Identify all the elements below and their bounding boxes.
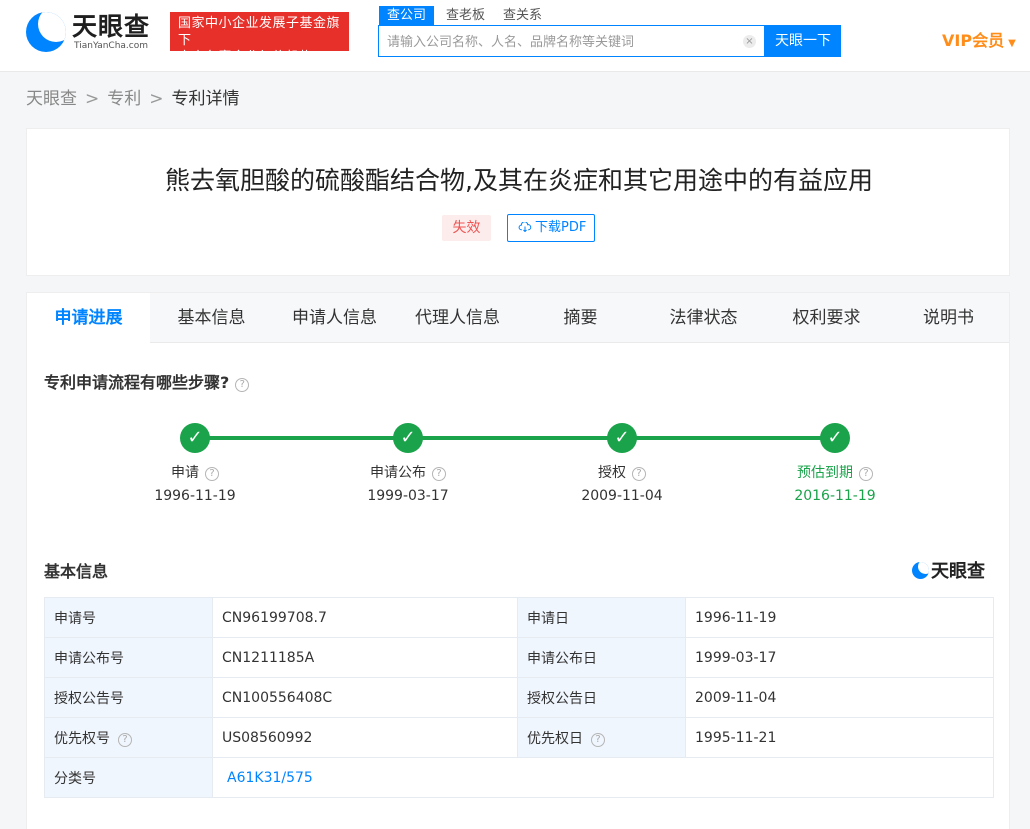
site-logo[interactable]: 天眼查 TianYanCha.com bbox=[26, 12, 162, 52]
step-date: 1999-03-17 bbox=[367, 488, 449, 504]
top-header: 天眼查 TianYanCha.com 国家中小企业发展子基金旗下 官方备案企业征… bbox=[0, 0, 1030, 72]
caret-down-icon: ▼ bbox=[1008, 38, 1016, 49]
help-icon[interactable]: ? bbox=[632, 467, 646, 481]
search-button[interactable]: 天眼一下 bbox=[765, 25, 841, 57]
process-question: 专利申请流程有哪些步骤?? bbox=[44, 372, 250, 394]
process-question-text: 专利申请流程有哪些步骤? bbox=[44, 373, 230, 392]
step-date: 2009-11-04 bbox=[581, 488, 663, 504]
field-key: 优先权号 bbox=[54, 730, 110, 747]
breadcrumb-home[interactable]: 天眼查 bbox=[26, 89, 77, 109]
patent-detail-card: 申请进展 基本信息 申请人信息 代理人信息 摘要 法律状态 权利要求 说明书 专… bbox=[26, 292, 1010, 829]
search-input[interactable] bbox=[387, 32, 733, 52]
cloud-download-icon bbox=[518, 222, 532, 232]
help-icon[interactable]: ? bbox=[118, 732, 132, 747]
vip-label: VIP会员 bbox=[942, 31, 1005, 50]
table-row: 授权公告号 CN100556408C 授权公告日 2009-11-04 bbox=[44, 677, 994, 718]
table-row: 申请号 CN96199708.7 申请日 1996-11-19 bbox=[44, 597, 994, 638]
breadcrumb-patent[interactable]: 专利 bbox=[107, 89, 141, 109]
breadcrumb-separator: > bbox=[85, 89, 100, 109]
table-row: 申请公布号 CN1211185A 申请公布日 1999-03-17 bbox=[44, 637, 994, 678]
step-publication: ✓ 申请公布? 1999-03-17 bbox=[323, 423, 493, 506]
help-icon[interactable]: ? bbox=[859, 467, 873, 481]
step-label: 申请公布 bbox=[370, 465, 426, 481]
classification-link[interactable]: A61K31/575 bbox=[212, 757, 994, 798]
search-box: × bbox=[378, 25, 765, 57]
help-icon[interactable]: ? bbox=[432, 467, 446, 481]
field-key-cell: 优先权号? bbox=[44, 717, 213, 758]
field-value: CN1211185A bbox=[212, 637, 518, 678]
step-estimated-expiry: ✓ 预估到期? 2016-11-19 bbox=[750, 423, 920, 506]
field-key: 申请号 bbox=[44, 597, 213, 638]
breadcrumb-current: 专利详情 bbox=[171, 89, 240, 109]
help-icon[interactable]: ? bbox=[591, 732, 605, 747]
field-value: CN100556408C bbox=[212, 677, 518, 718]
field-key: 申请公布号 bbox=[44, 637, 213, 678]
clear-icon[interactable]: × bbox=[743, 35, 756, 48]
field-value: 1999-03-17 bbox=[685, 637, 994, 678]
tab-abstract[interactable]: 摘要 bbox=[519, 293, 642, 343]
check-icon: ✓ bbox=[607, 423, 637, 453]
search-tab-relation[interactable]: 查关系 bbox=[503, 6, 542, 25]
patent-title-card: 熊去氧胆酸的硫酸酯结合物,及其在炎症和其它用途中的有益应用 失效 下载PDF bbox=[26, 128, 1010, 276]
field-key-cell: 优先权日? bbox=[517, 717, 686, 758]
step-grant: ✓ 授权? 2009-11-04 bbox=[537, 423, 707, 506]
field-key: 申请公布日 bbox=[517, 637, 686, 678]
logo-icon bbox=[26, 12, 66, 52]
table-row: 分类号 A61K31/575 bbox=[44, 757, 994, 798]
step-application: ✓ 申请? 1996-11-19 bbox=[110, 423, 280, 506]
field-key: 授权公告日 bbox=[517, 677, 686, 718]
slogan-banner: 国家中小企业发展子基金旗下 官方备案企业征信机构 bbox=[170, 12, 349, 65]
step-label: 授权 bbox=[598, 465, 626, 481]
tab-progress[interactable]: 申请进展 bbox=[27, 293, 150, 344]
basic-info-title: 基本信息 bbox=[44, 562, 109, 581]
tab-claims[interactable]: 权利要求 bbox=[765, 293, 888, 343]
slogan-line-2: 官方备案企业征信机构 bbox=[178, 50, 314, 65]
slogan-line-1: 国家中小企业发展子基金旗下 bbox=[178, 16, 341, 48]
help-icon[interactable]: ? bbox=[235, 378, 250, 392]
logo-domain: TianYanCha.com bbox=[74, 41, 149, 51]
field-key: 分类号 bbox=[44, 757, 213, 798]
search-tab-boss[interactable]: 查老板 bbox=[446, 6, 485, 25]
detail-tabs: 申请进展 基本信息 申请人信息 代理人信息 摘要 法律状态 权利要求 说明书 bbox=[27, 293, 1009, 344]
download-pdf-label: 下载PDF bbox=[535, 220, 587, 235]
search-tab-company[interactable]: 查公司 bbox=[379, 6, 435, 25]
tab-basic-info[interactable]: 基本信息 bbox=[150, 293, 273, 343]
field-key: 授权公告号 bbox=[44, 677, 213, 718]
tab-agent[interactable]: 代理人信息 bbox=[396, 293, 519, 343]
breadcrumb-separator: > bbox=[149, 89, 164, 109]
brand-text: 天眼查 bbox=[931, 561, 985, 582]
patent-title: 熊去氧胆酸的硫酸酯结合物,及其在炎症和其它用途中的有益应用 bbox=[165, 166, 873, 195]
logo-icon bbox=[912, 562, 929, 579]
status-badge: 失效 bbox=[442, 215, 491, 241]
field-key: 申请日 bbox=[517, 597, 686, 638]
breadcrumb: 天眼查 > 专利 > 专利详情 bbox=[26, 88, 240, 110]
step-date: 1996-11-19 bbox=[154, 488, 236, 504]
field-value: CN96199708.7 bbox=[212, 597, 518, 638]
check-icon: ✓ bbox=[393, 423, 423, 453]
field-key: 优先权日 bbox=[527, 730, 583, 747]
field-value: 1995-11-21 bbox=[685, 717, 994, 758]
step-date: 2016-11-19 bbox=[794, 488, 876, 504]
check-icon: ✓ bbox=[820, 423, 850, 453]
field-value: US08560992 bbox=[212, 717, 518, 758]
step-label: 申请 bbox=[171, 465, 199, 481]
field-value: 1996-11-19 bbox=[685, 597, 994, 638]
tab-description[interactable]: 说明书 bbox=[888, 293, 1009, 343]
basic-info-table: 申请号 CN96199708.7 申请日 1996-11-19 申请公布号 CN… bbox=[44, 597, 994, 798]
step-label: 预估到期 bbox=[797, 465, 853, 481]
timeline-line bbox=[195, 436, 835, 440]
brand-watermark: 天眼查 bbox=[912, 561, 985, 583]
help-icon[interactable]: ? bbox=[205, 467, 219, 481]
table-row: 优先权号? US08560992 优先权日? 1995-11-21 bbox=[44, 717, 994, 758]
vip-menu[interactable]: VIP会员 ▼ bbox=[942, 30, 1016, 55]
logo-name: 天眼查 bbox=[72, 12, 151, 41]
download-pdf-button[interactable]: 下载PDF bbox=[507, 214, 595, 242]
field-value: 2009-11-04 bbox=[685, 677, 994, 718]
tab-applicant[interactable]: 申请人信息 bbox=[273, 293, 396, 343]
check-icon: ✓ bbox=[180, 423, 210, 453]
tab-legal-status[interactable]: 法律状态 bbox=[642, 293, 765, 343]
